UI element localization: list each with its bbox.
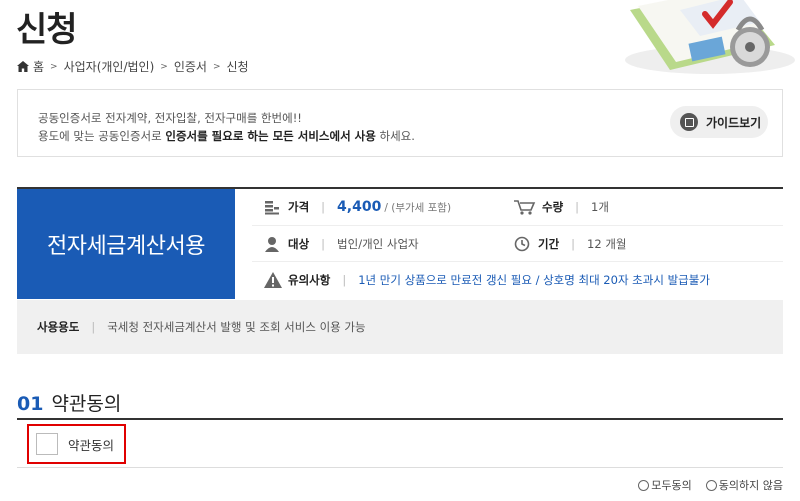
breadcrumb-item-business[interactable]: 사업자(개인/법인) <box>64 58 155 75</box>
home-icon[interactable] <box>17 61 29 72</box>
price-value: 4,400 <box>337 199 382 215</box>
quantity-row: 수량 | 1개 <box>514 199 609 215</box>
radio-circle-icon[interactable] <box>638 479 650 491</box>
terms-section-title: 01 약관동의 <box>17 389 121 416</box>
section-number: 01 <box>17 393 44 415</box>
target-label: 대상 <box>288 237 310 251</box>
intro-text-line2: 용도에 맞는 공동인증서로 인증서를 필요로 하는 모든 서비스에서 사용 하세… <box>38 129 415 143</box>
chevron-right-icon: > <box>212 61 221 72</box>
guide-icon <box>680 113 698 131</box>
price-label: 가격 <box>288 200 310 214</box>
radio-circle-icon[interactable] <box>705 479 717 491</box>
terms-agree-checkbox[interactable] <box>36 433 58 455</box>
guide-button[interactable]: 가이드보기 <box>670 106 768 138</box>
usage-value: 국세청 전자세금계산서 발행 및 조회 서비스 이용 가능 <box>107 320 366 334</box>
guide-button-label: 가이드보기 <box>706 115 762 130</box>
notice-value: 1년 만기 상품으로 만료전 갱신 필요 / 상호명 최대 20자 초과시 발급… <box>358 273 710 287</box>
breadcrumb-item-certificate[interactable]: 인증서 <box>174 58 207 75</box>
user-icon <box>264 236 282 252</box>
chevron-right-icon: > <box>160 61 168 72</box>
page-title: 신청 <box>16 10 78 50</box>
product-info: 전자세금계산서용 가격 | 4,400 / (부가세 포함) 수량 | 1개 대… <box>17 187 783 299</box>
price-note: / (부가세 포함) <box>384 201 452 214</box>
intro-box: 공동인증서로 전자계약, 전자입찰, 전자구매를 한번에!! 용도에 맞는 공동… <box>17 89 783 157</box>
breadcrumb: 홈 > 사업자(개인/법인) > 인증서 > 신청 <box>17 58 249 75</box>
breadcrumb-item-apply: 신청 <box>226 60 249 74</box>
clock-icon <box>514 236 532 252</box>
target-value: 법인/개인 사업자 <box>337 237 419 251</box>
notice-row: 유의사항 | 1년 만기 상품으로 만료전 갱신 필요 / 상호명 최대 20자… <box>264 272 710 288</box>
terms-agree-checkbox-row[interactable]: 약관동의 <box>27 424 126 464</box>
terms-agree-label: 약관동의 <box>68 437 115 453</box>
cart-icon <box>514 199 536 215</box>
disagree-radio[interactable]: 동의하지 않음 <box>705 477 783 493</box>
usage-label: 사용용도 <box>37 320 80 334</box>
agree-all-label: 모두동의 <box>651 479 692 492</box>
certificate-illustration <box>590 0 800 78</box>
section-title-text: 약관동의 <box>51 393 122 415</box>
agree-radio-group: 모두동의 동의하지 않음 <box>624 477 783 493</box>
price-row: 가격 | 4,400 / (부가세 포함) <box>264 199 451 215</box>
breadcrumb-item-home[interactable]: 홈 <box>33 58 44 75</box>
quantity-label: 수량 <box>542 200 564 214</box>
chevron-right-icon: > <box>50 61 58 72</box>
coins-icon <box>264 199 282 215</box>
period-label: 기간 <box>538 237 560 251</box>
disagree-label: 동의하지 않음 <box>718 479 783 492</box>
product-name: 전자세금계산서용 <box>17 189 235 299</box>
agree-all-radio[interactable]: 모두동의 <box>638 477 692 493</box>
period-value: 12 개월 <box>587 237 627 251</box>
warning-icon <box>264 272 282 288</box>
target-row: 대상 | 법인/개인 사업자 <box>264 236 419 252</box>
intro-text-line1: 공동인증서로 전자계약, 전자입찰, 전자구매를 한번에!! <box>38 111 302 125</box>
notice-label: 유의사항 <box>288 273 331 287</box>
usage-row: 사용용도 | 국세청 전자세금계산서 발행 및 조회 서비스 이용 가능 <box>17 300 783 354</box>
quantity-value: 1개 <box>591 200 609 214</box>
period-row: 기간 | 12 개월 <box>514 236 627 252</box>
